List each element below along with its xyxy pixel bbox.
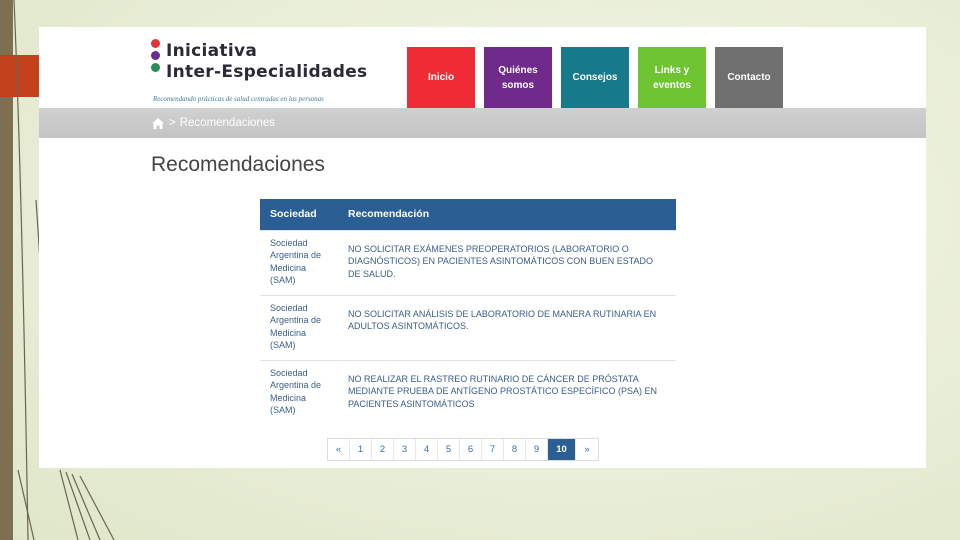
logo-dot-green: [151, 63, 160, 72]
pagination-page-9[interactable]: 9: [526, 439, 548, 460]
table-header-row: Sociedad Recomendación: [260, 199, 676, 230]
page-title: Recomendaciones: [151, 153, 325, 176]
pagination-page-2[interactable]: 2: [372, 439, 394, 460]
home-icon[interactable]: [152, 117, 164, 129]
nav-item-qui-nes-somos[interactable]: Quiénes somos: [484, 47, 552, 108]
breadcrumb-separator: >: [169, 117, 176, 129]
nav-item-contacto[interactable]: Contacto: [715, 47, 783, 108]
pagination-page-7[interactable]: 7: [482, 439, 504, 460]
pagination-page-4[interactable]: 4: [416, 439, 438, 460]
nav-item-links-y-eventos[interactable]: Links y eventos: [638, 47, 706, 108]
slide-red-tab: [0, 55, 39, 97]
pagination-page-10[interactable]: 10: [548, 439, 576, 460]
pagination-page-6[interactable]: 6: [460, 439, 482, 460]
pagination: «1 2 3 4 5 6 7 8 9 10»: [327, 438, 599, 461]
table-row[interactable]: Sociedad Argentina de Medicina (SAM) NO …: [260, 294, 676, 360]
cell-sociedad[interactable]: Sociedad Argentina de Medicina (SAM): [260, 229, 338, 295]
logo-dot-red: [151, 39, 160, 48]
table-row[interactable]: Sociedad Argentina de Medicina (SAM) NO …: [260, 229, 676, 295]
pagination-next[interactable]: »: [576, 439, 598, 460]
cell-recomendacion[interactable]: NO REALIZAR EL RASTREO RUTINARIO DE CÁNC…: [338, 359, 676, 425]
breadcrumb-bar: > Recomendaciones: [39, 108, 926, 138]
cell-recomendacion[interactable]: NO SOLICITAR ANÁLISIS DE LABORATORIO DE …: [338, 294, 676, 360]
breadcrumb-current: Recomendaciones: [179, 117, 275, 129]
cell-recomendacion[interactable]: NO SOLICITAR EXÁMENES PREOPERATORIOS (LA…: [338, 229, 676, 295]
logo-dot-purple: [151, 51, 160, 60]
nav-item-label: Consejos: [572, 72, 618, 83]
nav-item-consejos[interactable]: Consejos: [561, 47, 629, 119]
pagination-page-8[interactable]: 8: [504, 439, 526, 460]
nav-item-label: Inicio: [427, 72, 455, 83]
browser-screenshot: Iniciativa Inter-Especialidades Recomend…: [39, 27, 926, 468]
site-logo[interactable]: Iniciativa Inter-Especialidades Recomend…: [151, 39, 401, 109]
nav-item-label: Contacto: [727, 72, 771, 83]
main-nav: Inicio Quiénes somos Consejos Links y event…: [407, 47, 792, 119]
pagination-page-5[interactable]: 5: [438, 439, 460, 460]
recommendations-table: Sociedad Recomendación Sociedad Argentin…: [260, 199, 676, 425]
cell-sociedad[interactable]: Sociedad Argentina de Medicina (SAM): [260, 359, 338, 425]
column-header-recomendacion[interactable]: Recomendación: [338, 199, 676, 230]
pagination-page-1[interactable]: 1: [350, 439, 372, 460]
logo-line-1: Iniciativa: [166, 41, 258, 61]
pagination-page-3[interactable]: 3: [394, 439, 416, 460]
nav-item-label: Links y eventos: [653, 64, 691, 91]
pagination-prev[interactable]: «: [328, 439, 350, 460]
logo-tagline: Recomendando prácticas de salud centrada…: [153, 95, 324, 103]
nav-item-inicio[interactable]: Inicio: [407, 47, 475, 108]
logo-line-2: Inter-Especialidades: [166, 62, 368, 82]
breadcrumb: > Recomendaciones: [152, 117, 275, 129]
table-row[interactable]: Sociedad Argentina de Medicina (SAM) NO …: [260, 359, 676, 425]
cell-sociedad[interactable]: Sociedad Argentina de Medicina (SAM): [260, 294, 338, 360]
column-header-sociedad[interactable]: Sociedad: [260, 199, 338, 230]
logo-dots: [151, 39, 163, 75]
nav-item-label: Quiénes somos: [498, 64, 538, 91]
